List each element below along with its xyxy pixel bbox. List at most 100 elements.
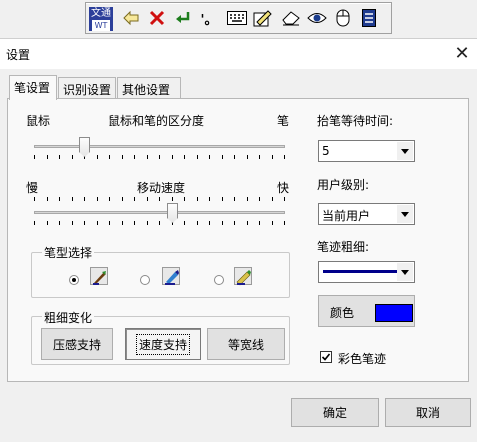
enter-icon[interactable] xyxy=(172,7,194,29)
button-label: 确定 xyxy=(322,406,347,420)
slider-tick xyxy=(147,197,148,201)
slider-tick xyxy=(272,155,273,159)
slider-tick xyxy=(172,197,173,201)
speed-support-button[interactable]: 速度支持 xyxy=(125,328,201,360)
arrow-left-icon[interactable] xyxy=(120,7,142,29)
slider-tick xyxy=(184,221,185,225)
distinction-slider-label: 鼠标和笔的区分度 xyxy=(108,114,205,128)
tab-recognition-settings[interactable]: 识别设置 xyxy=(58,77,116,99)
slider-tick xyxy=(97,155,98,159)
pen-marker-icon xyxy=(162,267,180,285)
slider-tick xyxy=(84,221,85,225)
slider-tick xyxy=(34,155,35,159)
chevron-down-icon[interactable] xyxy=(397,263,413,281)
color-button[interactable]: 颜色 xyxy=(318,295,415,327)
button-label: 速度支持 xyxy=(135,333,190,355)
slider-tick xyxy=(234,197,235,201)
speed-slider-track[interactable] xyxy=(34,211,285,214)
slider-tick xyxy=(259,221,260,225)
eye-icon[interactable] xyxy=(306,7,328,29)
slider-left-label: 鼠标 xyxy=(26,114,51,128)
keyboard-icon[interactable] xyxy=(226,7,248,29)
equal-width-button[interactable]: 等宽线 xyxy=(207,328,285,360)
slider-tick xyxy=(134,197,135,201)
chevron-down-icon[interactable] xyxy=(397,142,413,160)
distinction-slider-thumb[interactable] xyxy=(79,137,90,157)
punctuation-label: '。 xyxy=(200,12,218,28)
tab-panel: 鼠标 鼠标和笔的区分度 笔 慢 移动速度 快 笔型选择 粗细变化 压感支持 速度… xyxy=(7,98,469,382)
close-glyph: ✕ xyxy=(454,43,470,64)
wait-time-select[interactable]: 5 xyxy=(318,140,415,162)
speed-slider-label: 移动速度 xyxy=(137,181,186,195)
stroke-width-preview xyxy=(323,270,397,273)
ok-button[interactable]: 确定 xyxy=(291,398,379,427)
slider-tick xyxy=(47,155,48,159)
settings-panel-icon[interactable] xyxy=(358,7,380,29)
slider-tick xyxy=(72,155,73,159)
pen-type-radio-1[interactable] xyxy=(69,275,79,285)
slider-tick xyxy=(247,197,248,201)
slider-tick xyxy=(247,155,248,159)
tab-other-settings[interactable]: 其他设置 xyxy=(117,77,181,99)
pen-type-radio-3[interactable] xyxy=(214,275,224,285)
slider-tick xyxy=(234,155,235,159)
title-bar: 设置 ✕ xyxy=(0,39,477,69)
delete-x-icon[interactable] xyxy=(146,7,168,29)
settings-dialog: 设置 ✕ 笔设置 识别设置 其他设置 鼠标 鼠标和笔的区分度 笔 慢 移动速度 … xyxy=(0,38,477,442)
slider-tick xyxy=(72,197,73,201)
color-button-label: 颜色 xyxy=(330,306,355,320)
slider-tick xyxy=(134,221,135,225)
slider-tick xyxy=(84,197,85,201)
tab-label: 识别设置 xyxy=(63,83,112,97)
slider-tick xyxy=(122,197,123,201)
slider-tick xyxy=(159,197,160,201)
slider-tick xyxy=(97,221,98,225)
slider-tick xyxy=(72,221,73,225)
chevron-down-icon[interactable] xyxy=(397,205,413,223)
slider-tick xyxy=(59,197,60,201)
slider-tick xyxy=(209,197,210,201)
slider-tick xyxy=(197,221,198,225)
user-level-value: 当前用户 xyxy=(322,209,371,223)
tab-pen-settings[interactable]: 笔设置 xyxy=(9,75,57,100)
slider-tick xyxy=(147,221,148,225)
speed-slider-ticks-bottom xyxy=(34,221,285,226)
slider-tick xyxy=(284,221,285,225)
speed-slider-ticks-top xyxy=(34,197,285,202)
logo-icon[interactable]: 文通 WT xyxy=(88,6,114,32)
speed-slider-thumb[interactable] xyxy=(167,203,178,223)
tab-label: 其他设置 xyxy=(122,83,171,97)
slider-tick xyxy=(159,155,160,159)
punctuation-icon[interactable]: '。 xyxy=(198,7,220,29)
stroke-width-select[interactable] xyxy=(318,261,415,283)
close-icon[interactable]: ✕ xyxy=(452,44,472,64)
slider-tick xyxy=(147,155,148,159)
wait-time-label: 抬笔等待时间: xyxy=(317,114,394,128)
button-label: 等宽线 xyxy=(227,337,264,352)
mouse-icon[interactable] xyxy=(332,7,354,29)
slider-tick xyxy=(272,197,273,201)
handwrite-board-icon[interactable] xyxy=(252,7,274,29)
slider-tick xyxy=(172,155,173,159)
slider-tick xyxy=(159,221,160,225)
slider-tick xyxy=(109,155,110,159)
slider-tick xyxy=(122,155,123,159)
pen-brush-icon xyxy=(90,267,108,285)
slider-tick xyxy=(97,197,98,201)
slider-tick xyxy=(34,197,35,201)
button-label: 压感支持 xyxy=(52,337,101,352)
pen-type-radio-2[interactable] xyxy=(140,275,150,285)
slider-tick xyxy=(259,197,260,201)
slider-tick xyxy=(184,155,185,159)
user-level-select[interactable]: 当前用户 xyxy=(318,203,415,225)
slider-tick xyxy=(47,197,48,201)
distinction-slider-track[interactable] xyxy=(34,145,285,148)
tab-label: 笔设置 xyxy=(14,81,51,95)
eraser-icon[interactable] xyxy=(280,7,302,29)
user-level-label: 用户级别: xyxy=(317,178,370,192)
logo-text: 文通 xyxy=(91,8,111,19)
pressure-support-button[interactable]: 压感支持 xyxy=(41,328,113,360)
dialog-title: 设置 xyxy=(6,48,31,62)
cancel-button[interactable]: 取消 xyxy=(385,398,471,427)
color-stroke-checkbox[interactable] xyxy=(320,351,332,363)
